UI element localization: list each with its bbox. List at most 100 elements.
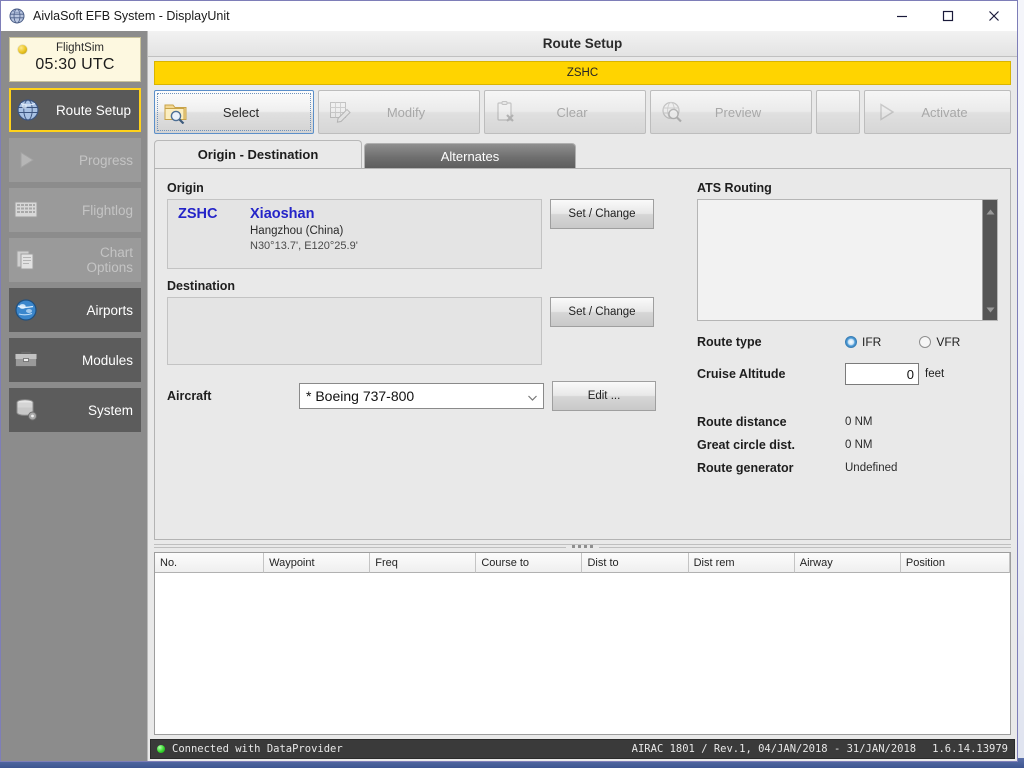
flightsim-clock-panel: FlightSim 05:30 UTC bbox=[9, 37, 141, 82]
content-area: Route Setup ZSHC Select bbox=[147, 31, 1017, 761]
preview-button: Preview bbox=[650, 90, 812, 134]
tab-label: Origin - Destination bbox=[198, 147, 319, 162]
title-bar[interactable]: AivlaSoft EFB System - DisplayUnit bbox=[1, 1, 1017, 31]
aircraft-edit-button[interactable]: Edit ... bbox=[552, 381, 656, 411]
origin-coordinates: N30°13.7', E120°25.9' bbox=[250, 240, 531, 252]
origin-destination-panel: Origin ZSHC Xiaoshan Hangzhou (China) N3… bbox=[154, 168, 1011, 540]
toolbar-extra-button bbox=[816, 90, 860, 134]
select-button[interactable]: Select bbox=[154, 90, 314, 134]
route-distance-label: Route distance bbox=[697, 415, 845, 429]
cruise-altitude-input[interactable]: 0 bbox=[845, 363, 919, 385]
sidebar-item-route-setup[interactable]: Route Setup bbox=[9, 88, 141, 132]
sidebar-item-label: Progress bbox=[43, 153, 133, 168]
logbook-icon bbox=[9, 199, 43, 221]
column-header-waypoint[interactable]: Waypoint bbox=[264, 553, 370, 573]
status-bar: Connected with DataProvider AIRAC 1801 /… bbox=[150, 739, 1015, 759]
close-button[interactable] bbox=[971, 1, 1017, 30]
route-type-option-ifr[interactable]: IFR bbox=[845, 335, 881, 349]
radio-off-icon bbox=[919, 336, 931, 348]
version-text: 1.6.14.13979 bbox=[932, 743, 1008, 755]
aircraft-select[interactable]: * Boeing 737-800 bbox=[299, 383, 544, 409]
airac-cycle-text: AIRAC 1801 / Rev.1, 04/JAN/2018 - 31/JAN… bbox=[632, 743, 916, 755]
toolbar: Select Modify bbox=[154, 90, 1011, 134]
column-header-freq[interactable]: Freq bbox=[370, 553, 476, 573]
cruise-altitude-label: Cruise Altitude bbox=[697, 367, 845, 381]
origin-section-label: Origin bbox=[167, 181, 685, 195]
great-circle-distance-label: Great circle dist. bbox=[697, 438, 845, 452]
route-distance-row: Route distance 0 NM bbox=[697, 415, 998, 429]
sidebar-item-label: Flightlog bbox=[43, 203, 133, 218]
panel-right-column: ATS Routing Route ty bbox=[685, 169, 1010, 539]
destination-set-change-button[interactable]: Set / Change bbox=[550, 297, 654, 327]
route-type-row: Route type IFR VFR bbox=[697, 335, 998, 349]
connection-status-text: Connected with DataProvider bbox=[172, 743, 632, 755]
sidebar-item-airports[interactable]: Airports bbox=[9, 288, 141, 332]
activate-button-label: Activate bbox=[907, 105, 1010, 120]
ats-routing-label: ATS Routing bbox=[697, 181, 998, 195]
sim-name-label: FlightSim bbox=[14, 41, 136, 55]
sidebar-item-label: Route Setup bbox=[45, 103, 131, 118]
panel-left-column: Origin ZSHC Xiaoshan Hangzhou (China) N3… bbox=[155, 169, 685, 539]
waypoint-table[interactable]: No. Waypoint Freq Course to Dist to Dist… bbox=[154, 552, 1011, 735]
ats-routing-textarea[interactable] bbox=[697, 199, 998, 321]
documents-icon bbox=[9, 248, 43, 272]
sidebar-item-chart-options: ChartOptions bbox=[9, 238, 141, 282]
page-title: Route Setup bbox=[148, 31, 1017, 57]
grid-pencil-icon bbox=[319, 100, 361, 124]
column-header-dist-rem[interactable]: Dist rem bbox=[689, 553, 795, 573]
chevron-down-icon bbox=[528, 388, 537, 404]
route-banner: ZSHC bbox=[154, 61, 1011, 85]
origin-name: Xiaoshan bbox=[250, 206, 314, 222]
clear-button: Clear bbox=[484, 90, 646, 134]
sidebar: FlightSim 05:30 UTC Route Setup bbox=[1, 31, 147, 761]
clear-button-label: Clear bbox=[527, 105, 645, 120]
panel-splitter[interactable] bbox=[154, 540, 1011, 552]
origin-airport-box[interactable]: ZSHC Xiaoshan Hangzhou (China) N30°13.7'… bbox=[167, 199, 542, 269]
play-outline-icon bbox=[865, 100, 907, 124]
activate-button: Activate bbox=[864, 90, 1011, 134]
scroll-up-arrow-icon[interactable] bbox=[986, 202, 995, 220]
sidebar-item-system[interactable]: System bbox=[9, 388, 141, 432]
globe-icon bbox=[11, 97, 45, 123]
route-type-option-vfr[interactable]: VFR bbox=[919, 335, 960, 349]
window-title: AivlaSoft EFB System - DisplayUnit bbox=[33, 9, 230, 23]
application-window: AivlaSoft EFB System - DisplayUnit Fligh… bbox=[0, 0, 1018, 762]
great-circle-distance-row: Great circle dist. 0 NM bbox=[697, 438, 998, 452]
sidebar-item-modules[interactable]: Modules bbox=[9, 338, 141, 382]
route-generator-row: Route generator Undefined bbox=[697, 461, 998, 475]
destination-airport-box[interactable] bbox=[167, 297, 542, 365]
splitter-grip-icon bbox=[566, 545, 599, 548]
maximize-button[interactable] bbox=[925, 1, 971, 30]
column-header-no[interactable]: No. bbox=[155, 553, 264, 573]
cruise-altitude-value: 0 bbox=[907, 367, 914, 382]
cruise-altitude-unit: feet bbox=[925, 368, 944, 380]
tab-origin-destination[interactable]: Origin - Destination bbox=[154, 140, 362, 168]
column-header-dist-to[interactable]: Dist to bbox=[582, 553, 688, 573]
tab-strip: Origin - Destination Alternates bbox=[154, 140, 1011, 168]
ats-routing-scrollbar[interactable] bbox=[982, 200, 997, 320]
origin-icao: ZSHC bbox=[178, 206, 250, 222]
origin-city: Hangzhou (China) bbox=[250, 225, 531, 237]
database-gear-icon bbox=[9, 397, 43, 423]
tab-label: Alternates bbox=[441, 149, 500, 164]
app-globe-icon bbox=[9, 8, 25, 24]
minimize-button[interactable] bbox=[879, 1, 925, 30]
column-header-position[interactable]: Position bbox=[901, 553, 1010, 573]
scroll-down-arrow-icon[interactable] bbox=[986, 300, 995, 318]
play-icon bbox=[9, 148, 43, 172]
waypoint-table-header: No. Waypoint Freq Course to Dist to Dist… bbox=[155, 553, 1010, 573]
modify-button: Modify bbox=[318, 90, 480, 134]
select-button-label: Select bbox=[197, 105, 313, 120]
waypoint-table-body bbox=[155, 573, 1010, 734]
column-header-course-to[interactable]: Course to bbox=[476, 553, 582, 573]
sidebar-item-flightlog: Flightlog bbox=[9, 188, 141, 232]
origin-set-change-label: Set / Change bbox=[568, 208, 635, 220]
globe-blue-icon bbox=[9, 297, 43, 323]
route-type-vfr-label: VFR bbox=[936, 335, 960, 349]
route-distance-value: 0 NM bbox=[845, 416, 872, 428]
column-header-airway[interactable]: Airway bbox=[795, 553, 901, 573]
origin-set-change-button[interactable]: Set / Change bbox=[550, 199, 654, 229]
tab-alternates[interactable]: Alternates bbox=[364, 143, 576, 168]
globe-search-icon bbox=[651, 100, 693, 124]
sidebar-item-label: Modules bbox=[43, 353, 133, 368]
